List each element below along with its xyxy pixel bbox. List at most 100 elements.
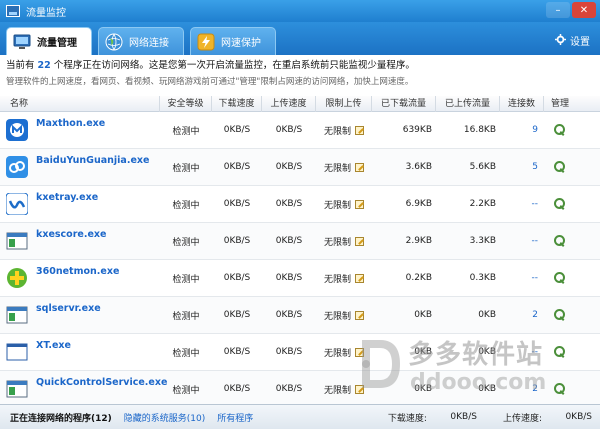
col-connections[interactable]: 连接数 [500, 96, 544, 112]
table-row[interactable]: sqlservr.exe 检测中 0KB/S 0KB/S 无限制 0KB 0KB 2 [0, 297, 600, 334]
col-download-speed[interactable]: 下载速度 [212, 96, 262, 112]
tab-speed-protection[interactable]: 网速保护 [190, 27, 276, 55]
close-button[interactable]: ✕ [572, 2, 596, 18]
col-name[interactable]: 名称 [0, 96, 160, 112]
manage-button[interactable] [544, 161, 576, 173]
maxthon-icon [6, 119, 28, 141]
process-count: 22 [37, 60, 51, 71]
upload-limit-value: 无限制 [323, 311, 351, 322]
download-speed: 0KB/S [223, 125, 251, 135]
upload-limit-value: 无限制 [323, 200, 351, 211]
tab-label: 网络连接 [129, 38, 169, 49]
downloaded-total: 639KB [402, 125, 432, 135]
settings-button[interactable]: 设置 [555, 33, 590, 48]
connection-count[interactable]: -- [500, 347, 544, 357]
col-security[interactable]: 安全等级 [160, 96, 212, 112]
table-row[interactable]: kxescore.exe 检测中 0KB/S 0KB/S 无限制 2.9KB 3.3KB -- [0, 223, 600, 260]
filter-hidden-services[interactable]: 隐藏的系统服务(10) [118, 411, 211, 424]
process-name: kxescore.exe [36, 229, 107, 240]
upload-limit-value: 无限制 [323, 126, 351, 137]
upload-speed-value: 0KB/S [565, 412, 592, 422]
manage-button[interactable] [544, 235, 576, 247]
table-row[interactable]: Maxthon.exe 检测中 0KB/S 0KB/S 无限制 639KB 16.8KB 9 [0, 112, 600, 149]
app-window-icon [6, 378, 28, 400]
upload-limit: 无限制 [316, 161, 372, 174]
process-name: XT.exe [36, 340, 71, 351]
download-speed: 0KB/S [223, 384, 251, 394]
security-level: 检测中 [172, 311, 200, 322]
connection-count[interactable]: 2 [500, 310, 544, 320]
edit-limit-icon[interactable] [355, 310, 364, 320]
connection-count[interactable]: -- [500, 199, 544, 209]
edit-limit-icon[interactable] [355, 236, 364, 246]
process-name-cell: sqlservr.exe [0, 297, 160, 333]
edit-limit-icon[interactable] [355, 384, 364, 394]
process-name-cell: 360netmon.exe [0, 260, 160, 296]
edit-limit-icon[interactable] [355, 162, 364, 172]
downloaded-total: 0KB [414, 384, 432, 394]
edit-limit-icon[interactable] [355, 273, 364, 283]
filter-all-programs[interactable]: 所有程序 [211, 411, 259, 424]
tab-network-connections[interactable]: 网络连接 [98, 27, 184, 55]
minimize-button[interactable]: – [546, 2, 570, 18]
manage-button[interactable] [544, 198, 576, 210]
connection-count[interactable]: 2 [500, 384, 544, 394]
table-row[interactable]: XT.exe 检测中 0KB/S 0KB/S 无限制 0KB 0KB -- [0, 334, 600, 371]
globe-icon [105, 33, 123, 51]
window-controls: – ✕ [546, 2, 596, 18]
upload-limit: 无限制 [316, 235, 372, 248]
process-name: BaiduYunGuanjia.exe [36, 155, 150, 166]
connection-count[interactable]: 9 [500, 125, 544, 135]
security-level: 检测中 [172, 163, 200, 174]
manage-button[interactable] [544, 346, 576, 358]
magnifier-icon [554, 346, 566, 358]
connection-count[interactable]: 5 [500, 162, 544, 172]
col-manage[interactable]: 管理 [544, 96, 576, 112]
upload-speed: 0KB/S [275, 273, 303, 283]
upload-limit: 无限制 [316, 198, 372, 211]
download-speed-value: 0KB/S [450, 412, 477, 422]
connection-count[interactable]: -- [500, 273, 544, 283]
filter-connected-programs[interactable]: 正在连接网络的程序(12) [0, 411, 118, 424]
manage-button[interactable] [544, 309, 576, 321]
process-name-cell: BaiduYunGuanjia.exe [0, 149, 160, 185]
col-upload-speed[interactable]: 上传速度 [262, 96, 316, 112]
magnifier-icon [554, 235, 566, 247]
kxetray-icon [6, 193, 28, 215]
process-name: 360netmon.exe [36, 266, 120, 277]
table-row[interactable]: BaiduYunGuanjia.exe 检测中 0KB/S 0KB/S 无限制 3.6KB… [0, 149, 600, 186]
edit-limit-icon[interactable] [355, 199, 364, 209]
upload-speed: 0KB/S [275, 199, 303, 209]
col-uploaded[interactable]: 已上传流量 [436, 96, 500, 112]
upload-speed-label: 上传速度: [502, 413, 542, 424]
tab-traffic-management[interactable]: 流量管理 [6, 27, 92, 55]
col-upload-limit[interactable]: 限制上传 [316, 96, 372, 112]
downloaded-total: 0.2KB [405, 273, 432, 283]
uploaded-total: 0KB [478, 310, 496, 320]
download-speed: 0KB/S [223, 273, 251, 283]
table-body: Maxthon.exe 检测中 0KB/S 0KB/S 无限制 639KB 16.8KB 9 B… [0, 112, 600, 404]
process-name-cell: Maxthon.exe [0, 112, 160, 148]
edit-limit-icon[interactable] [355, 125, 364, 135]
download-speed-label: 下载速度: [387, 413, 427, 424]
security-level: 检测中 [172, 385, 200, 396]
upload-speed: 0KB/S [275, 162, 303, 172]
edit-limit-icon[interactable] [355, 347, 364, 357]
magnifier-icon [554, 124, 566, 136]
manage-button[interactable] [544, 272, 576, 284]
manage-button[interactable] [544, 383, 576, 395]
uploaded-total: 5.6KB [469, 162, 496, 172]
tab-label: 网速保护 [221, 38, 261, 49]
upload-limit-value: 无限制 [323, 237, 351, 248]
table-row[interactable]: 360netmon.exe 检测中 0KB/S 0KB/S 无限制 0.2KB 0.3KB -… [0, 260, 600, 297]
manage-button[interactable] [544, 124, 576, 136]
downloaded-total: 0KB [414, 347, 432, 357]
table-row[interactable]: QuickControlService.exe 检测中 0KB/S 0KB/S 无限制 0… [0, 371, 600, 404]
col-downloaded[interactable]: 已下载流量 [372, 96, 436, 112]
magnifier-icon [554, 272, 566, 284]
download-speed: 0KB/S [223, 162, 251, 172]
table-row[interactable]: kxetray.exe 检测中 0KB/S 0KB/S 无限制 6.9KB 2.2KB -- [0, 186, 600, 223]
upload-speed: 0KB/S [275, 310, 303, 320]
connection-count[interactable]: -- [500, 236, 544, 246]
tab-label: 流量管理 [37, 38, 77, 49]
